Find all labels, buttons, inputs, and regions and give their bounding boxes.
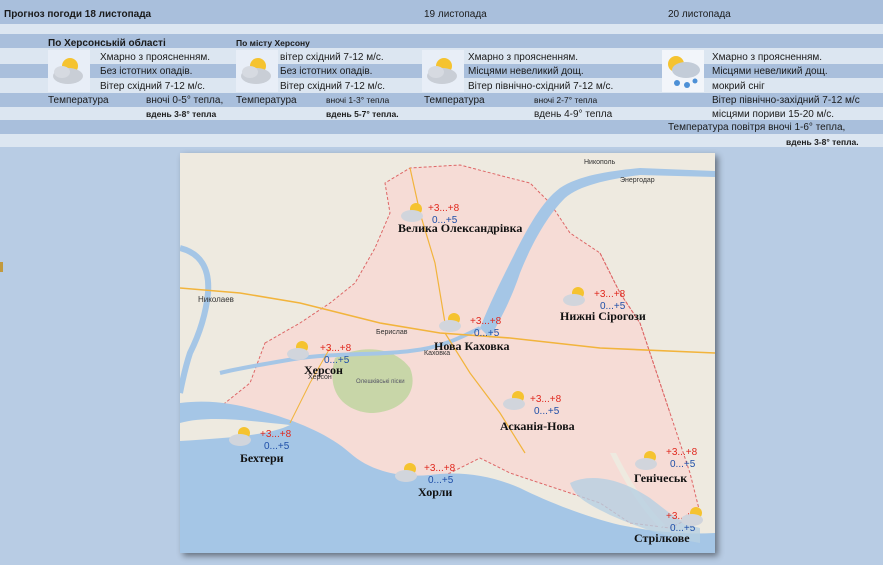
city-label: Велика Олександрівка xyxy=(398,221,523,235)
temp-lo: 0...+5 xyxy=(534,406,560,417)
forecast-title: Прогноз погоди 18 листопада xyxy=(4,9,152,20)
row7-band xyxy=(0,134,883,147)
partly-cloudy-icon xyxy=(422,50,464,92)
city-label: Нижні Сірогози xyxy=(560,309,646,323)
partly-cloudy-icon xyxy=(560,285,590,307)
temp-hi: +3...+8 xyxy=(666,447,698,458)
day20-line1: Хмарно з проясненням. xyxy=(712,52,823,63)
weather-map: Николаев Каховка Херсон Никополь Энергод… xyxy=(180,153,715,553)
day2-heading: 19 листопада xyxy=(424,9,487,20)
partly-cloudy-icon xyxy=(236,50,278,92)
partly-cloudy-icon xyxy=(632,449,662,471)
partly-cloudy-icon xyxy=(436,311,466,333)
day20-line7: вдень 3-8° тепла. xyxy=(786,137,859,147)
city-line3: Вітер східний 7-12 м/с. xyxy=(280,81,386,92)
temp-lo: 0...+5 xyxy=(670,459,696,470)
day20-line4: Вітер північно-західний 7-12 м/с xyxy=(712,95,860,106)
region-heading: По Херсонській області xyxy=(48,38,166,49)
map-label-nikopol: Никополь xyxy=(584,159,616,166)
temp-hi: +3...+8 xyxy=(424,463,456,474)
city-label: Хорли xyxy=(418,485,453,499)
map-label-energodar: Энергодар xyxy=(620,177,655,184)
partly-cloudy-icon xyxy=(392,461,422,483)
day19-day: вдень 4-9° тепла xyxy=(534,109,613,120)
temp-hi: +3...+8 xyxy=(530,394,562,405)
day20-line3: мокрий сніг xyxy=(712,81,765,92)
city-label: Нова Каховка xyxy=(434,339,510,353)
region-temp-label: Температура xyxy=(48,95,109,106)
city-day: вдень 5-7° тепла. xyxy=(326,109,399,119)
temp-hi: +3...+8 xyxy=(260,429,292,440)
day20-line2: Місцями невеликий дощ. xyxy=(712,66,828,77)
spacer-band xyxy=(0,24,883,34)
region-line1: Хмарно з проясненням. xyxy=(100,52,211,63)
temp-hi: +3...+8 xyxy=(428,203,460,214)
day19-line3: Вітер північно-східний 7-12 м/с. xyxy=(468,81,614,92)
partly-cloudy-icon xyxy=(398,201,428,223)
map-label-oleshky: Олешкiвськi пiски xyxy=(356,379,405,385)
day19-night: вночі 2-7° тепла xyxy=(534,95,598,105)
temp-hi: +3...+8 xyxy=(594,289,626,300)
temp-lo: 0...+5 xyxy=(474,328,500,339)
city-label: Херсон xyxy=(304,363,343,377)
city-label: Генічеськ xyxy=(634,471,688,485)
city-label: Асканія-Нова xyxy=(500,419,575,433)
partly-cloudy-icon xyxy=(284,339,314,361)
temp-hi: +3...+8 xyxy=(320,343,352,354)
day3-heading: 20 листопада xyxy=(668,9,731,20)
day20-line5: місцями пориви 15-20 м/с. xyxy=(712,109,835,120)
city-label: Стрілкове xyxy=(634,531,690,545)
partly-cloudy-icon xyxy=(678,505,708,527)
city-temp-label: Температура xyxy=(236,95,297,106)
region-day: вдень 3-8° тепла xyxy=(146,109,217,119)
city-night: вночі 1-3° тепла xyxy=(326,95,390,105)
region-line2: Без істотних опадів. xyxy=(100,66,193,77)
day19-line1: Хмарно з проясненням. xyxy=(468,52,579,63)
day19-line2: Місцями невеликий дощ. xyxy=(468,66,584,77)
left-edge-marker xyxy=(0,262,3,272)
partly-cloudy-icon xyxy=(226,425,256,447)
city-line2: Без істотних опадів. xyxy=(280,66,373,77)
day20-line6: Температура повітря вночі 1-6° тепла, xyxy=(668,122,846,133)
map-label-beryslav: Берислав xyxy=(376,329,408,336)
region-line3: Вітер східний 7-12 м/с. xyxy=(100,81,206,92)
rain-cloud-icon xyxy=(662,50,704,92)
map-label-mykolaiv: Николаев xyxy=(198,295,234,304)
city-label: Бехтери xyxy=(240,451,284,465)
city-line1: вітер східний 7-12 м/с. xyxy=(280,52,384,63)
city-heading: По місту Херсону xyxy=(236,38,310,48)
partly-cloudy-icon xyxy=(500,389,530,411)
region-night: вночі 0-5° тепла, xyxy=(146,95,224,106)
day19-temp-label: Температура xyxy=(424,95,485,106)
partly-cloudy-icon xyxy=(48,50,90,92)
temp-hi: +3...+8 xyxy=(470,316,502,327)
